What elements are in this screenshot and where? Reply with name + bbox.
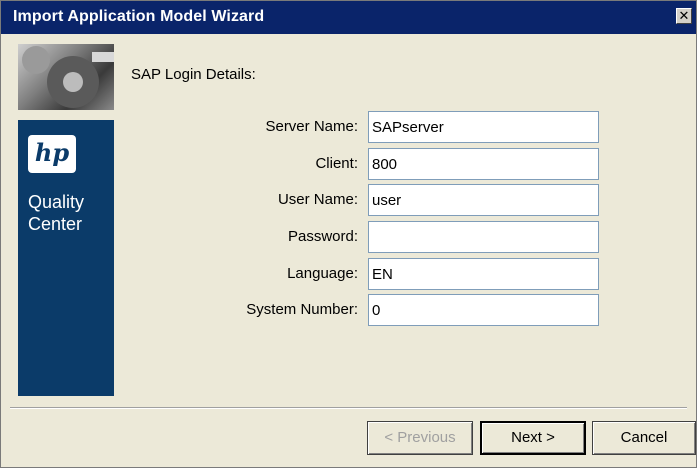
button-separator	[10, 407, 687, 409]
system-number-label: System Number:	[246, 301, 358, 318]
gear-tooth	[92, 52, 114, 62]
language-label: Language:	[287, 265, 358, 282]
cancel-button[interactable]: Cancel	[592, 421, 696, 455]
client-input[interactable]	[368, 148, 599, 180]
user-name-input[interactable]	[368, 184, 599, 216]
gear-graphic	[22, 46, 114, 108]
wizard-window: Import Application Model Wizard ✕ hp Qua…	[0, 0, 697, 468]
server-name-row: Server Name:	[1, 111, 696, 143]
system-number-row: System Number:	[1, 294, 696, 326]
next-button[interactable]: Next >	[480, 421, 586, 455]
language-input[interactable]	[368, 258, 599, 290]
password-row: Password:	[1, 221, 696, 253]
client-row: Client:	[1, 148, 696, 180]
server-name-input[interactable]	[368, 111, 599, 143]
window-title: Import Application Model Wizard	[13, 8, 265, 25]
side-banner: hp Quality Center	[18, 44, 114, 396]
user-name-row: User Name:	[1, 184, 696, 216]
close-icon: ✕	[678, 8, 690, 23]
language-row: Language:	[1, 258, 696, 290]
server-name-label: Server Name:	[265, 118, 358, 135]
password-input[interactable]	[368, 221, 599, 253]
section-title: SAP Login Details:	[131, 66, 256, 83]
password-label: Password:	[287, 228, 358, 245]
gear-small	[22, 46, 50, 74]
title-bar[interactable]: Import Application Model Wizard ✕	[1, 1, 696, 34]
gear-image	[18, 44, 114, 110]
user-name-label: User Name:	[277, 191, 358, 208]
system-number-input[interactable]	[368, 294, 599, 326]
wizard-content: hp Quality Center SAP Login Details: Ser…	[1, 35, 696, 407]
previous-button[interactable]: < Previous	[367, 421, 473, 455]
close-button[interactable]: ✕	[676, 8, 692, 24]
client-label: Client:	[315, 155, 358, 172]
gear-hub	[63, 72, 83, 92]
